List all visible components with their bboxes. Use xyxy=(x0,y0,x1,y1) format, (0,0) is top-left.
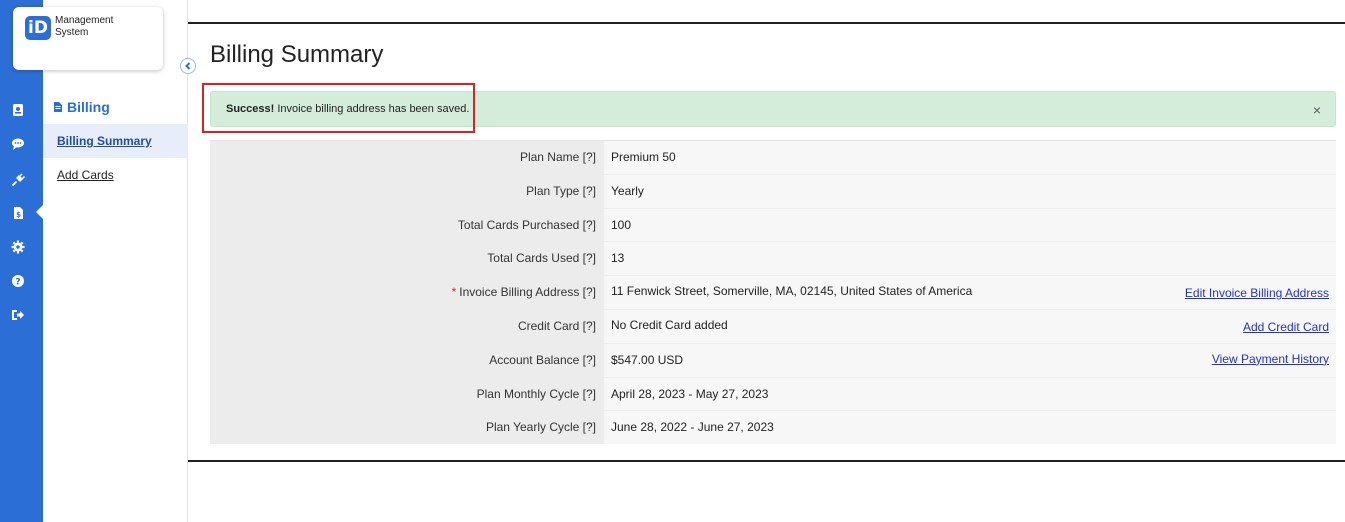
chevron-left-icon xyxy=(185,62,191,70)
row-value: Premium 50 xyxy=(604,141,1336,174)
row-value: 100 xyxy=(604,208,1336,242)
row-label: Account Balance [?] xyxy=(210,343,604,377)
logout-icon[interactable] xyxy=(0,304,36,326)
table-row: * Invoice Billing Address [?] 11 Fenwick … xyxy=(210,275,1336,309)
row-value: $547.00 USD View Payment History xyxy=(604,343,1336,377)
table-row: Credit Card [?] No Credit Card added Add… xyxy=(210,308,1336,344)
billing-summary-table: Plan Name [?] Premium 50 Plan Type [?] Y… xyxy=(210,140,1336,445)
row-label: Total Cards Purchased [?] xyxy=(210,208,604,242)
chat-icon[interactable] xyxy=(0,133,36,155)
sidebar-item-billing-summary[interactable]: Billing Summary xyxy=(43,124,188,158)
row-label: Total Cards Used [?] xyxy=(210,242,604,276)
table-row: Account Balance [?] $547.00 USD View Pay… xyxy=(210,342,1336,377)
row-label: * Invoice Billing Address [?] xyxy=(210,276,604,309)
bottom-divider xyxy=(188,460,1345,462)
logo-mark: iD xyxy=(25,16,51,40)
close-icon[interactable]: × xyxy=(1313,92,1321,128)
table-row: Total Cards Purchased [?] 100 xyxy=(210,207,1336,242)
billing-doc-icon[interactable]: $ xyxy=(0,202,36,224)
row-value: 13 xyxy=(604,242,1336,276)
gear-icon[interactable] xyxy=(0,236,36,258)
row-label: Plan Type [?] xyxy=(210,174,604,208)
svg-text:$: $ xyxy=(16,211,21,219)
row-label: Plan Name [?] xyxy=(210,141,604,174)
row-label: Credit Card [?] xyxy=(210,309,604,343)
edit-invoice-billing-address-link[interactable]: Edit Invoice Billing Address xyxy=(1185,277,1329,310)
sidebar-heading-label: Billing xyxy=(67,99,110,115)
row-value: April 28, 2023 - May 27, 2023 xyxy=(604,377,1336,411)
sidebar xyxy=(43,0,188,522)
row-label: Plan Monthly Cycle [?] xyxy=(210,377,604,411)
table-row: Plan Type [?] Yearly xyxy=(210,173,1336,208)
required-asterisk: * xyxy=(451,285,457,300)
id-card-icon[interactable] xyxy=(0,99,36,121)
row-value: 11 Fenwick Street, Somerville, MA, 02145… xyxy=(604,276,1336,309)
row-value: Yearly xyxy=(604,174,1336,208)
active-indicator xyxy=(36,205,43,219)
logo-text: Management System xyxy=(55,15,114,38)
table-row: Plan Name [?] Premium 50 xyxy=(210,140,1336,174)
icon-rail: $ ? xyxy=(0,0,43,522)
plug-icon[interactable] xyxy=(0,169,36,191)
table-row: Plan Monthly Cycle [?] April 28, 2023 - … xyxy=(210,376,1336,411)
row-label: Plan Yearly Cycle [?] xyxy=(210,411,604,445)
sidebar-heading: Billing xyxy=(54,99,110,115)
table-row: Plan Yearly Cycle [?] June 28, 2022 - Ju… xyxy=(210,410,1336,445)
row-value: No Credit Card added Add Credit Card xyxy=(604,309,1336,344)
svg-text:?: ? xyxy=(15,278,20,288)
main-content: Billing Summary Success! Invoice billing… xyxy=(188,0,1345,522)
help-icon[interactable]: ? xyxy=(0,270,36,292)
document-icon xyxy=(54,102,62,112)
collapse-sidebar-button[interactable] xyxy=(180,58,196,74)
top-divider xyxy=(188,22,1345,24)
view-payment-history-link[interactable]: View Payment History xyxy=(1212,343,1329,376)
logo-card[interactable]: iD Management System xyxy=(13,7,163,70)
highlight-box xyxy=(202,83,475,133)
table-row: Total Cards Used [?] 13 xyxy=(210,241,1336,276)
add-credit-card-link[interactable]: Add Credit Card xyxy=(1243,311,1329,344)
page-title: Billing Summary xyxy=(210,41,384,68)
sidebar-item-add-cards[interactable]: Add Cards xyxy=(43,158,188,192)
row-value: June 28, 2022 - June 27, 2023 xyxy=(604,411,1336,445)
